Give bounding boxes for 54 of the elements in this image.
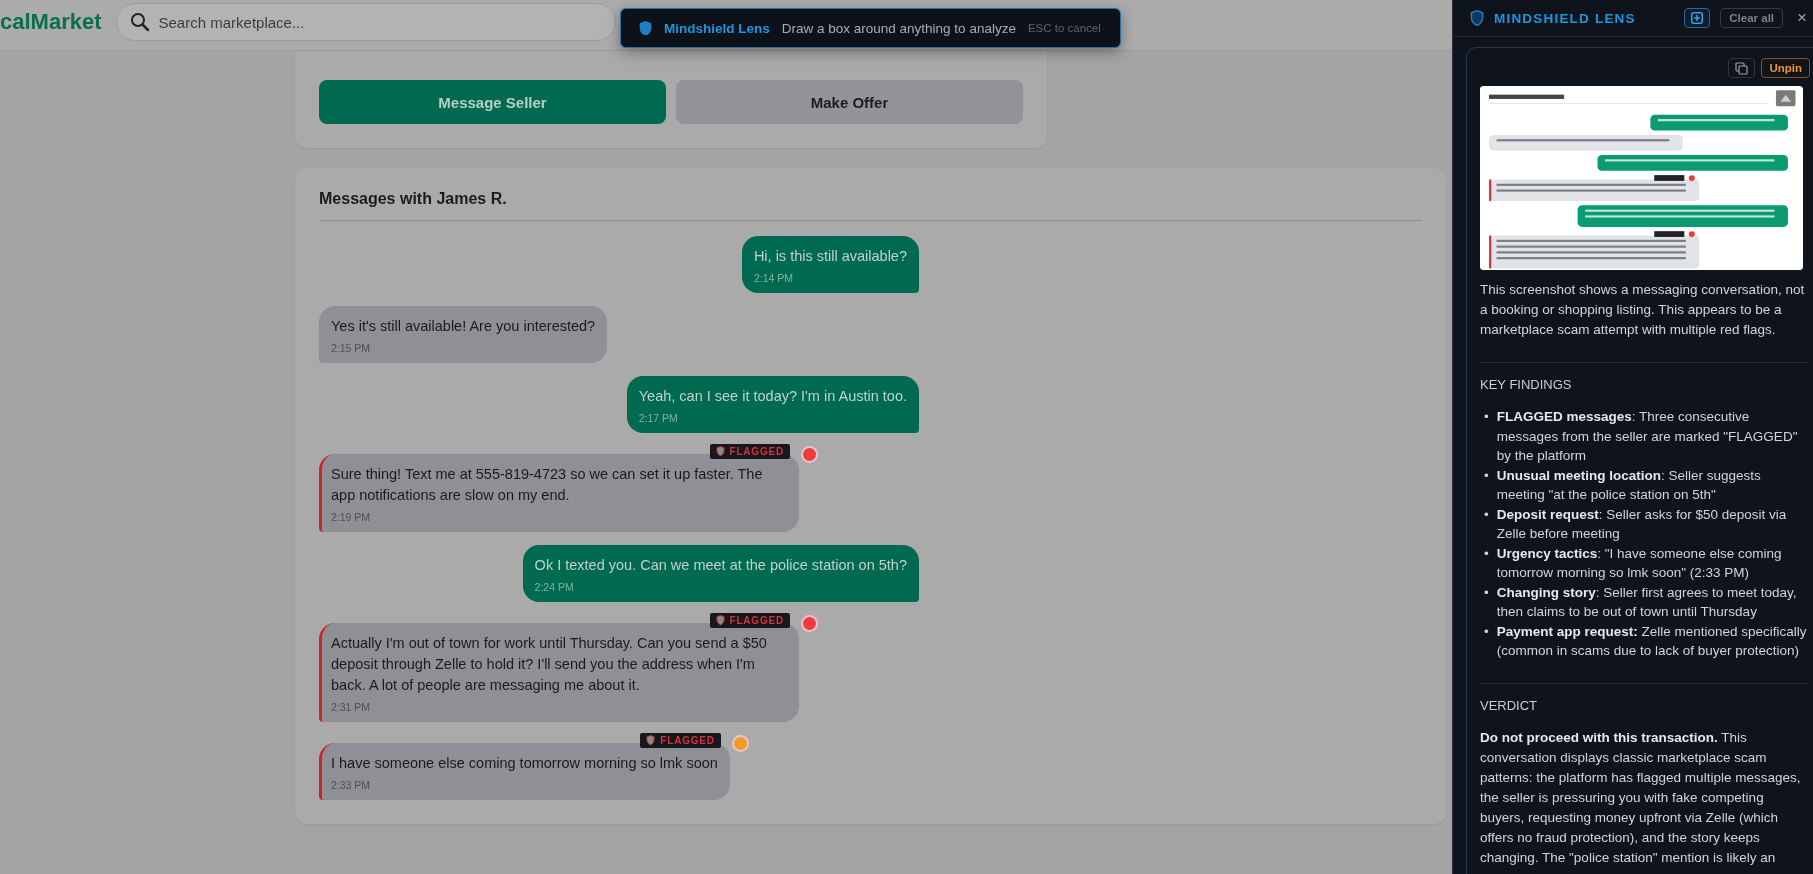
shield-icon: [646, 735, 656, 746]
finding-item: Urgency tactics: "I have someone else coming tomorrow morning so lmk soon" (2:33 PM): [1496, 544, 1783, 582]
bullet: •: [1484, 505, 1489, 524]
message-text: I have someone else coming tomorrow morning so lmk soon: [331, 754, 718, 773]
add-button[interactable]: [1684, 8, 1711, 28]
message-text: Ok I texted you. Can we meet at the police station on 5th?: [534, 556, 907, 575]
badge-label: FLAGGED: [729, 615, 784, 626]
search-icon: [129, 12, 150, 32]
close-button[interactable]: ×: [1793, 8, 1813, 28]
finding-item: Changing story: Seller first agrees to meet today, then claims to be out of town until Thursday: [1496, 583, 1798, 621]
finding-item: Deposit request: Seller asks for $50 deposit via Zelle before meeting: [1496, 505, 1788, 543]
panel-title: MINDSHIELD LENS: [1494, 10, 1637, 26]
search-field[interactable]: Search marketplace...: [115, 3, 616, 41]
toast-message: Draw a box around anything to analyze: [781, 20, 1016, 36]
finding-item: Payment app request: Zelle mentioned specifically (common in scams due to lack of buyer protection): [1496, 622, 1808, 660]
badge-label: FLAGGED: [729, 446, 784, 457]
message-time: 2:31 PM: [331, 701, 372, 713]
message-text: Yes it's still available! Are you interested?: [331, 317, 596, 336]
toast-hint: ESC to cancel: [1027, 22, 1101, 34]
shield-icon: [639, 20, 652, 36]
message-text: Yeah, can I see it today? I'm in Austin too.: [638, 387, 907, 406]
message-time: 2:33 PM: [331, 779, 372, 791]
bullet: •: [1484, 622, 1489, 641]
message-time: 2:24 PM: [534, 581, 575, 593]
clear-all-button[interactable]: Clear all: [1720, 8, 1784, 28]
message-time: 2:14 PM: [753, 272, 794, 284]
bullet: •: [1484, 583, 1489, 602]
conversation-title: Messages with James R.: [319, 190, 1422, 221]
bullet: •: [1484, 466, 1489, 485]
message-seller-button[interactable]: Message Seller: [319, 80, 666, 124]
message-time: 2:15 PM: [331, 342, 372, 354]
summary-text: This screenshot shows a messaging conversation, not a booking or shopping listing. This appears to be a marketplace scam attempt with multiple red flags.: [1480, 281, 1806, 339]
finding-item: FLAGGED messages: Three consecutive messages from the seller are marked "FLAGGED" by the platform: [1496, 408, 1799, 465]
message-text: Hi, is this still available?: [753, 247, 907, 266]
message-text: Actually I'm out of town for work until Thursday. Can you send a $50 deposit through Zelle to hold it? I'll send you the address when I'm back. A lot of people are messaging me about it.: [331, 634, 768, 695]
message-text: Sure thing! Text me at 555-819-4723 so we can set it up faster. The app notifications are slow on my end.: [331, 465, 764, 505]
plus-icon: [1691, 12, 1704, 24]
bullet: •: [1484, 408, 1489, 426]
verdict-text: Do not proceed with this transaction. This conversation displays classic marketplace scam patterns: the platform has flagged multiple messages, the seller is pressuring you with fake competing buyers, requesting money upfront via Zelle (which offers no fraud protection), and the story keeps changing. The "police station" mention is likely an: [1480, 728, 1802, 867]
unpin-button[interactable]: Unpin: [1761, 58, 1810, 78]
shield-icon: [715, 446, 725, 457]
make-offer-button[interactable]: Make Offer: [676, 80, 1023, 124]
section-heading: VERDICT: [1480, 697, 1539, 713]
badge-label: FLAGGED: [660, 735, 715, 746]
message-time: 2:17 PM: [638, 412, 679, 424]
copy-button[interactable]: [1728, 58, 1756, 78]
shield-icon: [1470, 9, 1484, 27]
shield-icon: [715, 615, 725, 626]
bullet: •: [1484, 544, 1489, 563]
finding-item: Unusual meeting location: Seller suggests meeting "at the police station on 5th": [1496, 466, 1762, 504]
copy-icon: [1735, 61, 1749, 75]
section-heading: KEY FINDINGS: [1480, 377, 1573, 392]
toast-title: Mindshield Lens: [664, 20, 770, 36]
message-time: 2:19 PM: [331, 511, 372, 523]
